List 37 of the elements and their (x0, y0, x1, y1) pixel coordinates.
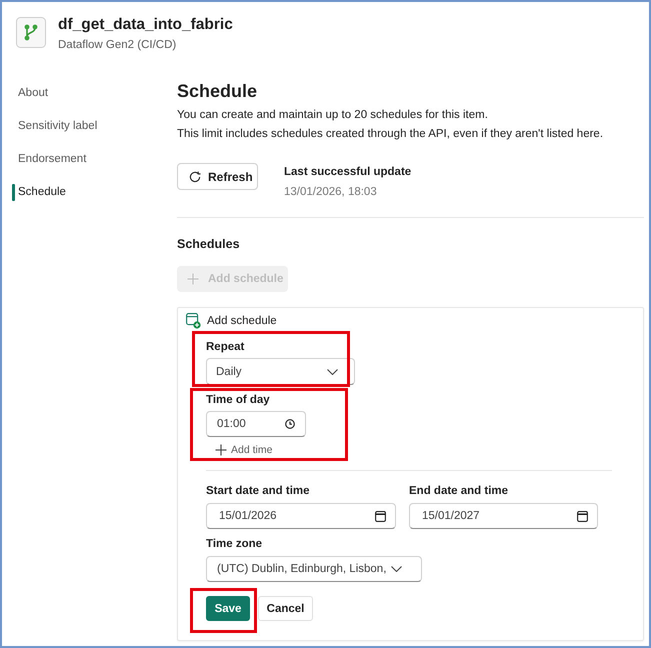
plus-icon (215, 444, 227, 456)
time-zone-dropdown[interactable]: (UTC) Dublin, Edinburgh, Lisbon, (206, 556, 422, 582)
card-title: Add schedule (207, 314, 277, 329)
calendar-icon (375, 510, 386, 522)
clock-icon (285, 419, 295, 429)
last-update-time: 13/01/2026, 18:03 (284, 185, 378, 200)
field-label: End date and time (409, 484, 508, 499)
sidebar-item[interactable]: About (12, 77, 138, 110)
calendar-icon (577, 510, 588, 522)
page-heading: Schedule (177, 80, 258, 103)
start-date-field[interactable]: 15/01/2026 (206, 503, 396, 529)
last-update-label: Last successful update (284, 165, 412, 180)
end-date-field[interactable]: 15/01/2027 (409, 503, 598, 529)
section-heading: Schedules (177, 236, 240, 253)
chevron-down-icon (391, 566, 402, 572)
field-label: Time zone (206, 537, 262, 552)
field-label: Repeat (206, 340, 244, 355)
description-text: This limit includes schedules created through the API, even if they aren't listed here. (177, 127, 604, 142)
sidebar-item[interactable]: Endorsement (12, 143, 138, 176)
sidebar-item[interactable]: Schedule (12, 176, 138, 209)
save-button[interactable]: Save (206, 596, 250, 621)
repeat-dropdown[interactable]: Daily (206, 358, 355, 385)
sidebar-item[interactable]: Sensitivity label (12, 110, 138, 143)
refresh-icon (189, 170, 201, 182)
description-text: You can create and maintain up to 20 schedules for this item. (177, 108, 488, 123)
plus-icon (187, 273, 199, 285)
field-label: Start date and time (206, 484, 310, 499)
add-time-button[interactable]: Add time (206, 442, 272, 458)
time-field[interactable]: 01:00 (206, 411, 306, 437)
chevron-down-icon (327, 368, 338, 374)
field-label: Time of day (206, 393, 270, 408)
item-type: Dataflow Gen2 (CI/CD) (58, 38, 178, 53)
cancel-button[interactable]: Cancel (258, 596, 313, 621)
calendar-add-icon (186, 313, 201, 329)
item-title: df_get_data_into_fabric (58, 15, 233, 35)
branch-icon (16, 17, 46, 48)
refresh-button[interactable]: Refresh (177, 163, 258, 190)
